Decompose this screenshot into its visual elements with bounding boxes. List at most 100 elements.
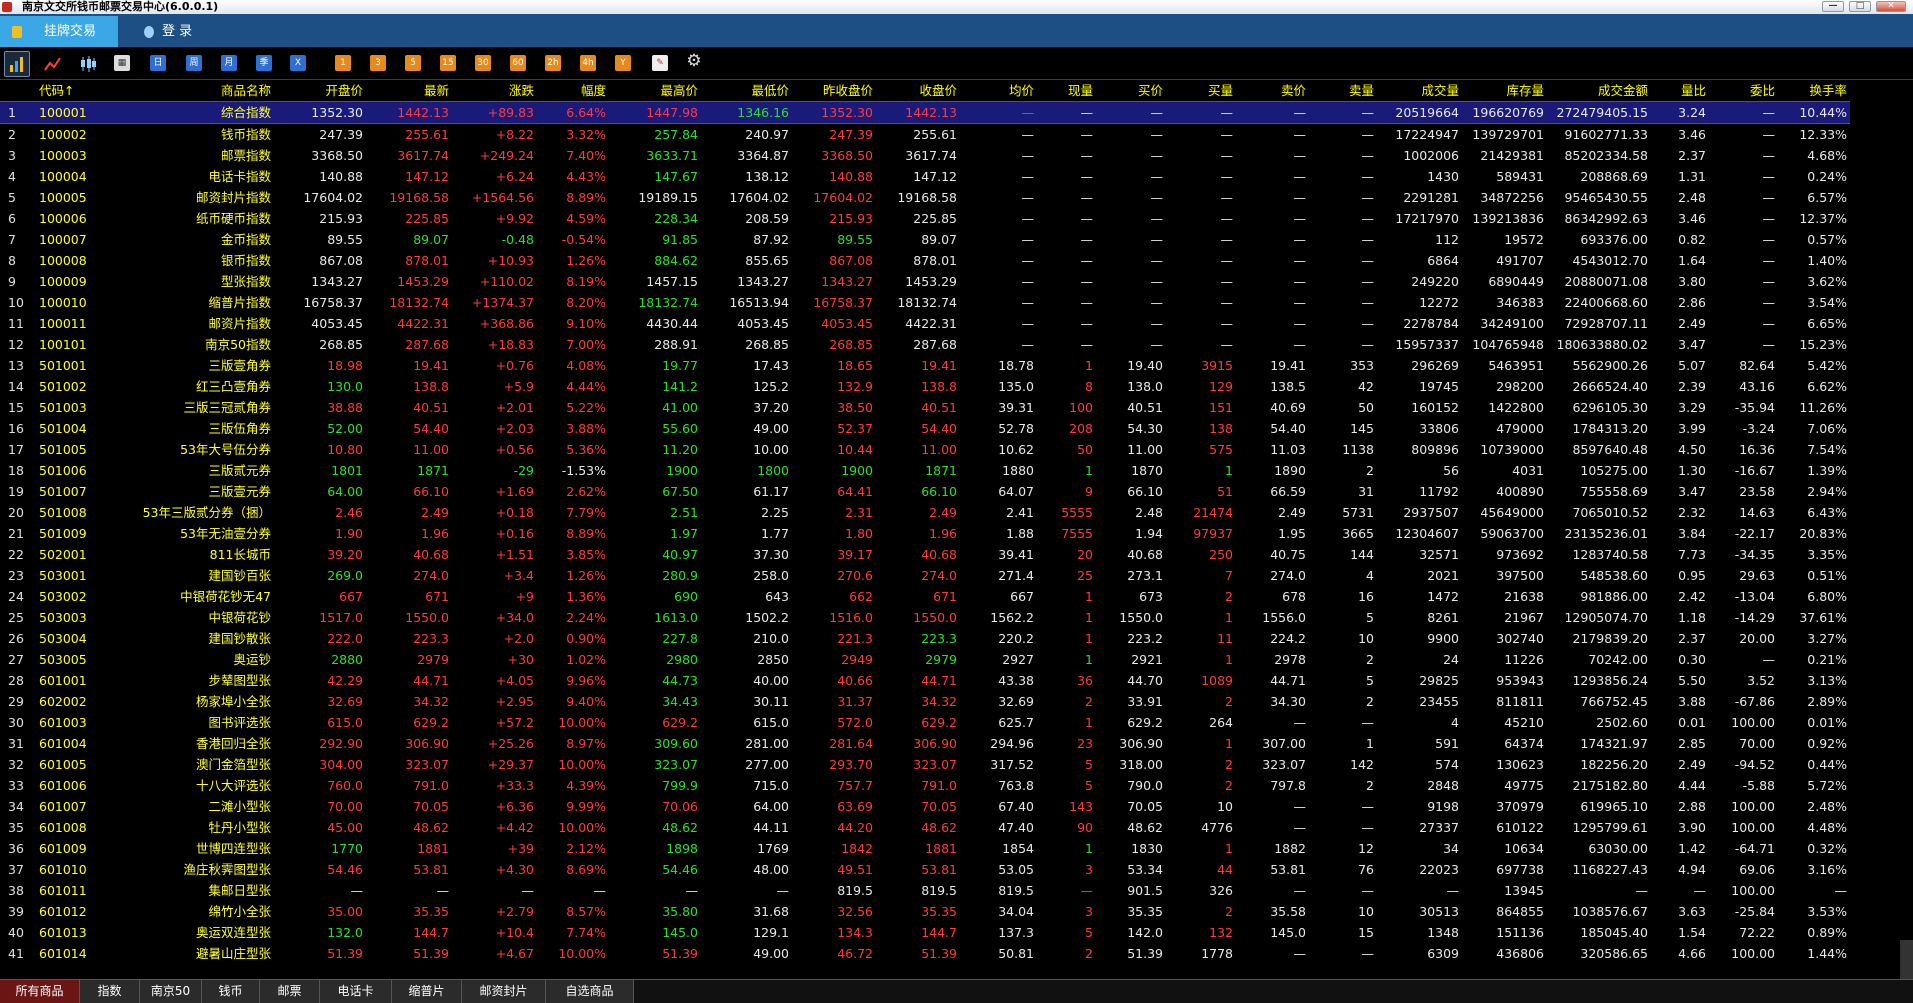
table-row[interactable]: 23 503001 建国钞百张 269.0 274.0 +3.4 1.26% 280.9 258… [0, 565, 1850, 586]
category-tab[interactable]: 邮资封片 [462, 980, 546, 1003]
col-header-change[interactable]: 涨跌 [452, 80, 537, 102]
col-header-ask[interactable]: 卖价 [1236, 80, 1309, 102]
category-tab[interactable]: 南京50 [140, 980, 202, 1003]
period-year-button[interactable]: Y [615, 55, 631, 71]
table-row[interactable]: 40 601013 奥运双连型张 132.0 144.7 +10.4 7.74% 145.0 1… [0, 922, 1850, 943]
category-tab[interactable]: 邮票 [260, 980, 320, 1003]
table-row[interactable]: 29 602002 杨家埠小全张 32.69 34.32 +2.95 9.40% 34.43 3… [0, 691, 1850, 712]
close-button[interactable]: ✕ [1876, 1, 1906, 12]
calendar-button[interactable]: ▦ [114, 55, 130, 71]
col-header-bid-volume[interactable]: 买量 [1166, 80, 1236, 102]
line-chart-button[interactable] [44, 55, 61, 71]
category-tab[interactable]: 钱币 [202, 980, 260, 1003]
table-row[interactable]: 5 100005 邮资封片指数 17604.02 19168.58 +1564.56 8.8… [0, 187, 1850, 208]
col-header-amount[interactable]: 成交金额 [1547, 80, 1651, 102]
maximize-button[interactable]: □ [1849, 1, 1871, 12]
table-row[interactable]: 12 100101 南京50指数 268.85 287.68 +18.83 7.00% 288… [0, 334, 1850, 355]
table-row[interactable]: 9 100009 型张指数 1343.27 1453.29 +110.02 8.19% 145… [0, 271, 1850, 292]
table-row[interactable]: 2 100002 钱币指数 247.39 255.61 +8.22 3.32% 257.84 2… [0, 124, 1850, 146]
col-header-volume[interactable]: 成交量 [1377, 80, 1462, 102]
table-row[interactable]: 34 601007 二滩小型张 70.00 70.05 +6.36 9.99% 70.06 64… [0, 796, 1850, 817]
period-1min-button[interactable]: 1 [335, 55, 351, 71]
period-4h-button[interactable]: 4h [580, 55, 596, 71]
period-5min-button[interactable]: 5 [405, 55, 421, 71]
col-header-close[interactable]: 收盘价 [876, 80, 960, 102]
table-row[interactable]: 32 601005 澳门金箔型张 304.00 323.07 +29.37 10.00% 32… [0, 754, 1850, 775]
col-header-avg[interactable]: 均价 [960, 80, 1037, 102]
col-header-open[interactable]: 开盘价 [274, 80, 366, 102]
table-row[interactable]: 15 501003 三版三冠贰角券 38.88 40.51 +2.01 5.22% 41.00… [0, 397, 1850, 418]
table-row[interactable]: 22 502001 811长城币 39.20 40.68 +1.51 3.85% 40.97 3… [0, 544, 1850, 565]
col-header-stock[interactable]: 库存量 [1462, 80, 1547, 102]
table-row[interactable]: 1 100001 综合指数 1352.30 1442.13 +89.83 6.64% 1447… [0, 101, 1850, 124]
col-header-prev-close[interactable]: 昨收盘价 [792, 80, 876, 102]
period-60min-button[interactable]: 60 [510, 55, 526, 71]
col-header-bid[interactable]: 买价 [1096, 80, 1166, 102]
table-row[interactable]: 10 100010 缩普片指数 16758.37 18132.74 +1374.37 8.2… [0, 292, 1850, 313]
table-row[interactable]: 7 100007 金币指数 89.55 89.07 -0.48 -0.54% 91.85 87.… [0, 229, 1850, 250]
period-30min-button[interactable]: 30 [475, 55, 491, 71]
table-row[interactable]: 36 601009 世博四连型张 1770 1881 +39 2.12% 1898 1769 18… [0, 838, 1850, 859]
table-row[interactable]: 14 501002 红三凸壹角券 130.0 138.8 +5.9 4.44% 141.2 12… [0, 376, 1850, 397]
col-header-ask-volume[interactable]: 卖量 [1309, 80, 1377, 102]
table-row[interactable]: 4 100004 电话卡指数 140.88 147.12 +6.24 4.43% 147.67… [0, 166, 1850, 187]
period-3min-button[interactable]: 3 [370, 55, 386, 71]
col-header-commission-ratio[interactable]: 委比 [1709, 80, 1778, 102]
table-row[interactable]: 27 503005 奥运钞 2880 2979 +30 1.02% 2980 2850 2949 2… [0, 649, 1850, 670]
col-header-code[interactable]: 代码↑ [36, 80, 104, 102]
category-tab[interactable]: 电话卡 [320, 980, 392, 1003]
table-row[interactable]: 33 601006 十八大评选张 760.0 791.0 +33.3 4.39% 799.9 7… [0, 775, 1850, 796]
cell-last: 287.68 [405, 337, 449, 352]
table-row[interactable]: 17 501005 53年大号伍分券 10.80 11.00 +0.56 5.36% 11.2… [0, 439, 1850, 460]
period-month-button[interactable]: 月 [221, 55, 237, 71]
draw-tool-button[interactable]: ✎ [652, 55, 668, 71]
quote-list-button[interactable] [4, 51, 30, 77]
category-tab[interactable]: 自选商品 [546, 980, 634, 1003]
period-day-button[interactable]: 日 [150, 55, 166, 71]
settings-button[interactable]: ⚙ [686, 53, 702, 70]
table-row[interactable]: 11 100011 邮资片指数 4053.45 4422.31 +368.86 9.10% 4… [0, 313, 1850, 334]
col-header-name[interactable]: 商品名称 [104, 80, 274, 102]
table-row[interactable]: 30 601003 图书评选张 615.0 629.2 +57.2 10.00% 629.2 6… [0, 712, 1850, 733]
table-row[interactable]: 20 501008 53年三版贰分券（捆） 2.46 2.49 +0.18 7.79% 2.5… [0, 502, 1850, 523]
table-row[interactable]: 3 100003 邮票指数 3368.50 3617.74 +249.24 7.40% 363… [0, 145, 1850, 166]
table-row[interactable]: 26 503004 建国钞散张 222.0 223.3 +2.0 0.90% 227.8 210… [0, 628, 1850, 649]
col-header-low[interactable]: 最低价 [701, 80, 792, 102]
period-15min-button[interactable]: 15 [440, 55, 456, 71]
table-row[interactable]: 25 503003 中银荷花钞 1517.0 1550.0 +34.0 2.24% 1613.… [0, 607, 1850, 628]
category-tab[interactable]: 指数 [80, 980, 140, 1003]
tab-login[interactable]: 登 录 [132, 16, 242, 47]
col-header-volume-ratio[interactable]: 量比 [1651, 80, 1709, 102]
table-row[interactable]: 31 601004 香港回归全张 292.90 306.90 +25.26 8.97% 309… [0, 733, 1850, 754]
tab-listed-trading[interactable]: 挂牌交易 [0, 16, 118, 47]
period-week-button[interactable]: 周 [186, 55, 202, 71]
col-header-turnover[interactable]: 换手率 [1778, 80, 1850, 102]
table-row[interactable]: 6 100006 纸币硬币指数 215.93 225.85 +9.92 4.59% 228.3… [0, 208, 1850, 229]
period-x-button[interactable]: X [290, 55, 306, 71]
col-header-last[interactable]: 最新 [366, 80, 452, 102]
table-row[interactable]: 13 501001 三版壹角券 18.98 19.41 +0.76 4.08% 19.77 17… [0, 355, 1850, 376]
category-tab[interactable]: 缩普片 [392, 980, 462, 1003]
table-row[interactable]: 38 601011 集邮日型张 — — — — — — 819.5 819.5 819.5 — 901.5… [0, 880, 1850, 901]
table-row[interactable]: 8 100008 银币指数 867.08 878.01 +10.93 1.26% 884.62… [0, 250, 1850, 271]
table-row[interactable]: 28 601001 步辇图型张 42.29 44.71 +4.05 9.96% 44.73 40… [0, 670, 1850, 691]
table-row[interactable]: 41 601014 避暑山庄型张 51.39 51.39 +4.67 10.00% 51.39… [0, 943, 1850, 964]
table-row[interactable]: 21 501009 53年无油壹分券 1.90 1.96 +0.16 8.89% 1.97 1.… [0, 523, 1850, 544]
col-header-current-volume[interactable]: 现量 [1037, 80, 1096, 102]
col-header-change-pct[interactable]: 幅度 [537, 80, 609, 102]
table-row[interactable]: 35 601008 牡丹小型张 45.00 48.62 +4.42 10.00% 48.62 4… [0, 817, 1850, 838]
minimize-button[interactable]: — [1822, 1, 1844, 12]
table-row[interactable]: 24 503002 中银荷花钞无47 667 671 +9 1.36% 690 643 662 67… [0, 586, 1850, 607]
col-header-high[interactable]: 最高价 [609, 80, 701, 102]
vertical-scrollbar[interactable] [1900, 940, 1913, 980]
table-row[interactable]: 39 601012 绵竹小全张 35.00 35.35 +2.79 8.57% 35.80 31… [0, 901, 1850, 922]
kline-chart-button[interactable] [79, 55, 96, 72]
table-row[interactable]: 37 601010 渔庄秋霁图型张 54.46 53.81 +4.30 8.69% 54.46… [0, 859, 1850, 880]
period-quarter-button[interactable]: 季 [256, 55, 272, 71]
table-row[interactable]: 16 501004 三版伍角券 52.00 54.40 +2.03 3.88% 55.60 49… [0, 418, 1850, 439]
table-row[interactable]: 19 501007 三版壹元券 64.00 66.10 +1.69 2.62% 67.50 61… [0, 481, 1850, 502]
table-row[interactable]: 18 501006 三版贰元券 1801 1871 -29 -1.53% 1900 1800 19… [0, 460, 1850, 481]
category-tab[interactable]: 所有商品 [0, 980, 80, 1003]
col-header-row-number[interactable] [0, 80, 36, 102]
period-2h-button[interactable]: 2h [545, 55, 561, 71]
